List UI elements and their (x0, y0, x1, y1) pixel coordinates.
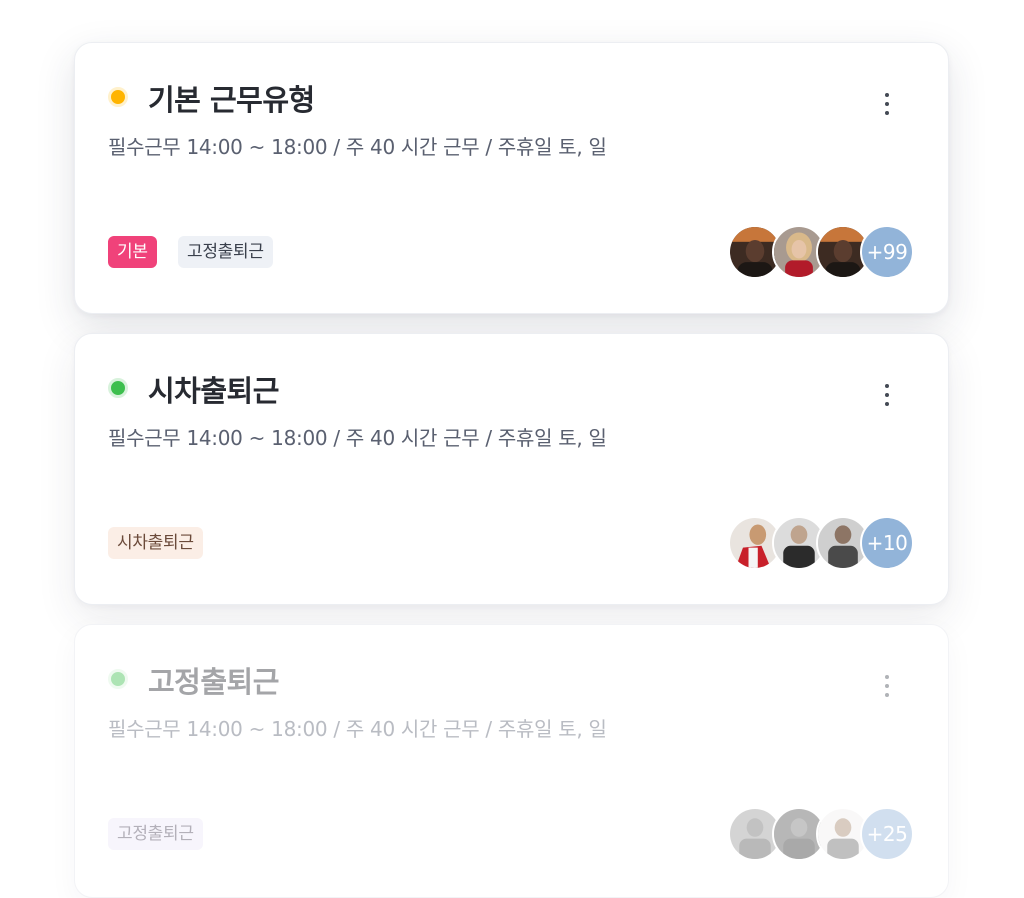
card-subtitle: 필수근무 14:00 ~ 18:00 / 주 40 시간 근무 / 주휴일 토,… (108, 426, 607, 450)
more-members-badge[interactable]: +99 (860, 225, 914, 279)
more-members-badge[interactable]: +25 (860, 807, 914, 861)
card-title: 고정출퇴근 (148, 665, 279, 699)
card-subtitle: 필수근무 14:00 ~ 18:00 / 주 40 시간 근무 / 주휴일 토,… (108, 717, 607, 741)
more-vertical-icon[interactable] (879, 675, 895, 705)
work-type-card-flexible[interactable]: 시차출퇴근 필수근무 14:00 ~ 18:00 / 주 40 시간 근무 / … (74, 333, 949, 605)
card-title: 기본 근무유형 (148, 83, 315, 117)
tag-flexible-commute: 시차출퇴근 (108, 527, 203, 559)
member-avatar-group[interactable]: +25 (728, 807, 918, 861)
member-avatar-group[interactable]: +99 (728, 225, 918, 279)
tag-basic: 기본 (108, 236, 157, 268)
more-vertical-icon[interactable] (879, 93, 895, 123)
card-subtitle: 필수근무 14:00 ~ 18:00 / 주 40 시간 근무 / 주휴일 토,… (108, 135, 607, 159)
work-type-card-basic[interactable]: 기본 근무유형 필수근무 14:00 ~ 18:00 / 주 40 시간 근무 … (74, 42, 949, 314)
more-vertical-icon[interactable] (879, 384, 895, 414)
tag-fixed-commute: 고정출퇴근 (108, 818, 203, 850)
tag-fixed-commute: 고정출퇴근 (178, 236, 273, 268)
member-avatar-group[interactable]: +10 (728, 516, 918, 570)
card-title: 시차출퇴근 (148, 374, 279, 408)
work-type-card-fixed[interactable]: 고정출퇴근 필수근무 14:00 ~ 18:00 / 주 40 시간 근무 / … (74, 624, 949, 898)
status-dot (108, 87, 128, 107)
status-dot (108, 669, 128, 689)
more-members-badge[interactable]: +10 (860, 516, 914, 570)
status-dot (108, 378, 128, 398)
